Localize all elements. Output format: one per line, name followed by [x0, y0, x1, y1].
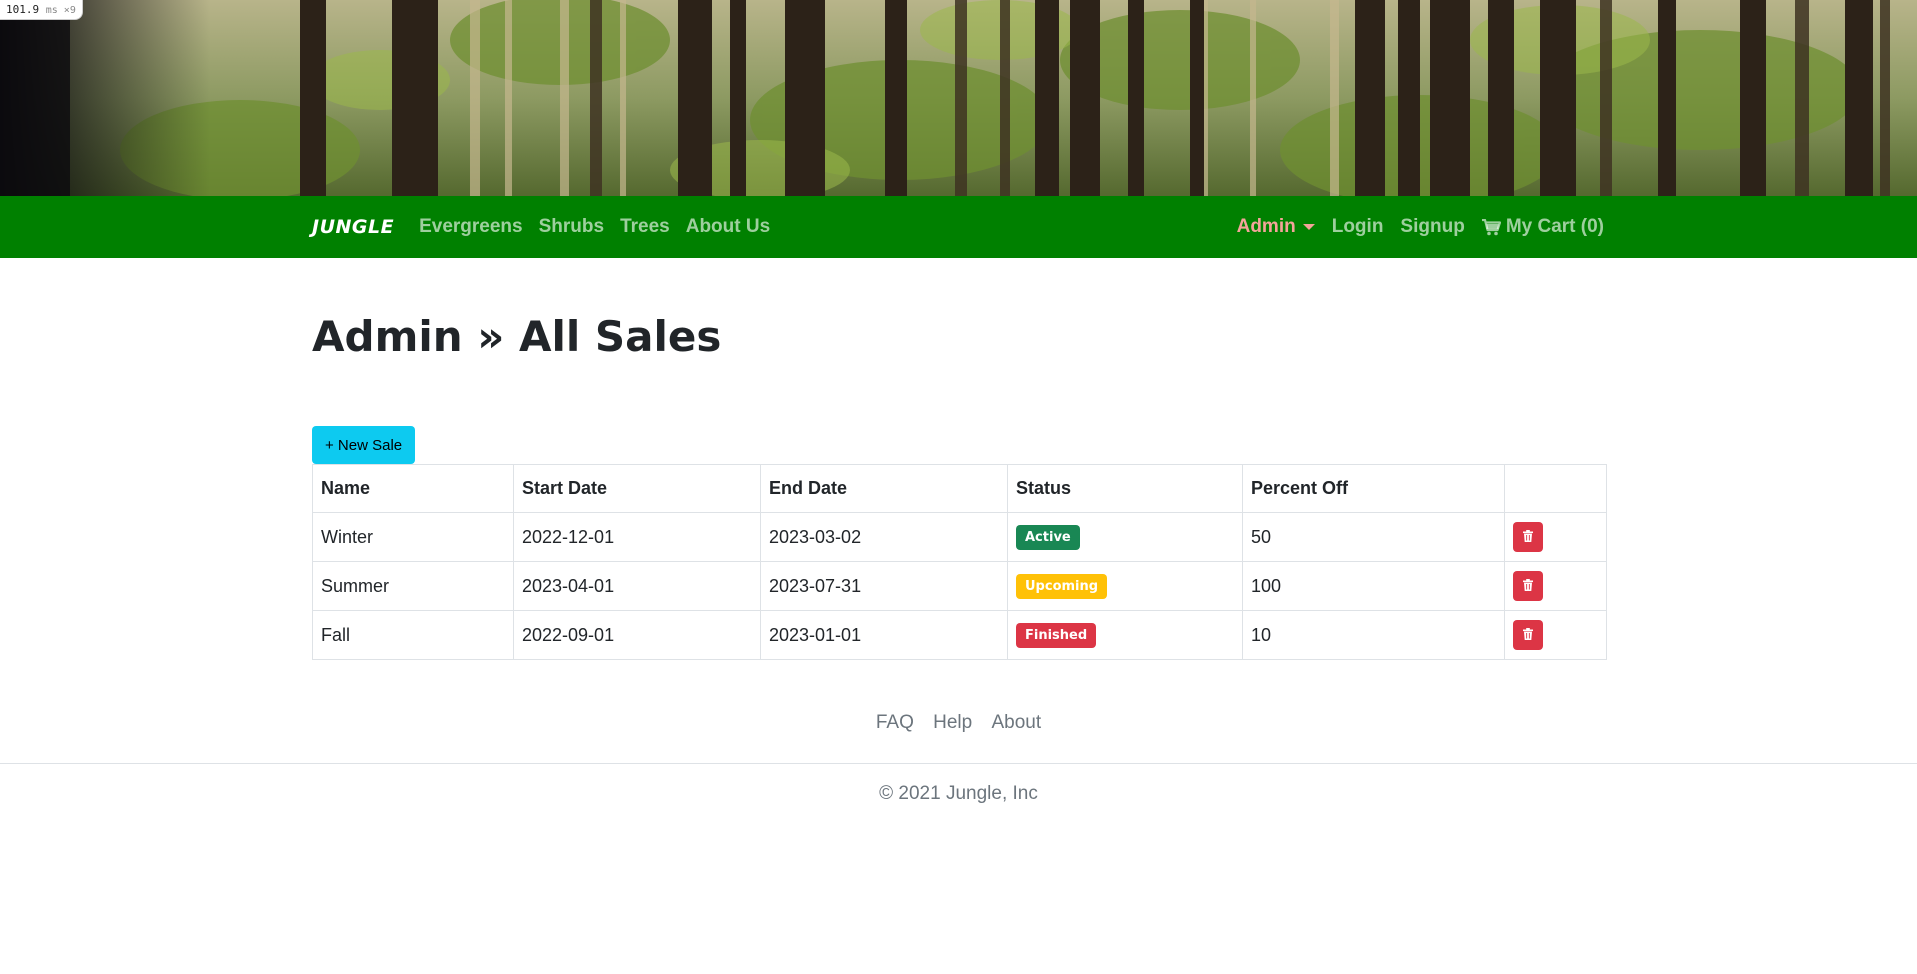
delete-sale-button[interactable]: [1513, 620, 1543, 650]
delete-sale-button[interactable]: [1513, 571, 1543, 601]
table-row: Summer 2023-04-01 2023-07-31 Upcoming 10…: [312, 561, 1607, 611]
header-name: Name: [312, 464, 514, 513]
copyright-text: © 2021 Jungle, Inc: [879, 783, 1038, 804]
cell-percent-off: 50: [1242, 512, 1505, 562]
footer-divider: [0, 763, 1917, 764]
admin-dropdown-label: Admin: [1236, 216, 1296, 237]
header-status: Status: [1007, 464, 1243, 513]
cell-name: Summer: [312, 561, 514, 611]
caret-down-icon: [1302, 224, 1315, 230]
header-end-date: End Date: [760, 464, 1008, 513]
navbar-right: Admin Login Signup My Cart (0): [1237, 216, 1604, 238]
cell-status: Upcoming: [1007, 561, 1243, 611]
cell-actions: [1504, 561, 1607, 611]
nav-link-about-us[interactable]: About Us: [686, 216, 770, 238]
footer-links: FAQ Help About: [0, 712, 1917, 734]
status-badge: Active: [1016, 524, 1080, 550]
sales-table: Name Start Date End Date Status Percent …: [312, 464, 1607, 660]
cell-actions: [1504, 512, 1607, 562]
perf-badge: 101.9 ms ×9: [0, 0, 83, 20]
status-badge: Finished: [1016, 622, 1097, 648]
shopping-cart-icon: [1481, 218, 1501, 236]
nav-link-shrubs[interactable]: Shrubs: [539, 216, 604, 238]
cell-start-date: 2022-12-01: [513, 512, 761, 562]
navbar-container: JUNGLE Evergreens Shrubs Trees About Us …: [312, 196, 1604, 258]
cell-actions: [1504, 610, 1607, 660]
cell-status: Active: [1007, 512, 1243, 562]
cell-start-date: 2022-09-01: [513, 610, 761, 660]
nav-link-signup[interactable]: Signup: [1400, 216, 1464, 238]
nav-link-trees[interactable]: Trees: [620, 216, 670, 238]
footer-link-help[interactable]: Help: [933, 712, 972, 733]
nav-link-login[interactable]: Login: [1332, 216, 1384, 238]
footer-link-about[interactable]: About: [992, 712, 1042, 733]
page-title: Admin » All Sales: [312, 312, 722, 361]
header-start-date: Start Date: [513, 464, 761, 513]
cell-end-date: 2023-01-01: [760, 610, 1008, 660]
trash-icon: [1523, 627, 1533, 643]
perf-value: 101.9: [6, 3, 40, 16]
footer-link-faq[interactable]: FAQ: [876, 712, 914, 733]
trash-icon: [1523, 578, 1533, 594]
table-row: Fall 2022-09-01 2023-01-01 Finished 10: [312, 610, 1607, 660]
cell-name: Fall: [312, 610, 514, 660]
cell-end-date: 2023-07-31: [760, 561, 1008, 611]
top-navbar: JUNGLE Evergreens Shrubs Trees About Us …: [0, 196, 1917, 258]
cart-label: My Cart (0): [1505, 216, 1604, 237]
cell-status: Finished: [1007, 610, 1243, 660]
trash-icon: [1523, 529, 1533, 545]
cell-name: Winter: [312, 512, 514, 562]
cell-end-date: 2023-03-02: [760, 512, 1008, 562]
new-sale-button[interactable]: + New Sale: [312, 426, 416, 464]
table-row: Winter 2022-12-01 2023-03-02 Active 50: [312, 512, 1607, 562]
cell-percent-off: 100: [1242, 561, 1505, 611]
brand-logo[interactable]: JUNGLE: [312, 216, 394, 238]
nav-link-evergreens[interactable]: Evergreens: [419, 216, 523, 238]
status-badge: Upcoming: [1016, 573, 1108, 599]
cell-percent-off: 10: [1242, 610, 1505, 660]
table-header-row: Name Start Date End Date Status Percent …: [312, 464, 1607, 513]
admin-dropdown[interactable]: Admin: [1237, 216, 1315, 238]
delete-sale-button[interactable]: [1513, 522, 1543, 552]
perf-unit: ms ×9: [45, 5, 76, 16]
nav-link-cart[interactable]: My Cart (0): [1481, 216, 1604, 238]
header-actions: [1504, 464, 1607, 513]
cell-start-date: 2023-04-01: [513, 561, 761, 611]
header-percent-off: Percent Off: [1242, 464, 1505, 513]
hero-banner-image: [0, 0, 1917, 196]
